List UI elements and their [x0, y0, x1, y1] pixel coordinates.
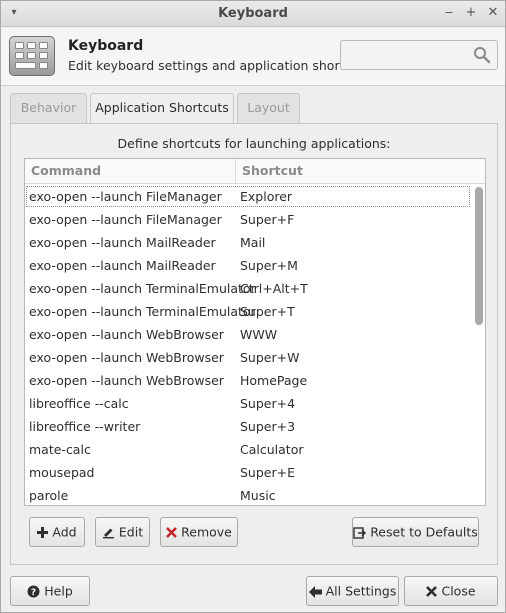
- row-command: exo-open --launch MailReader: [29, 235, 216, 250]
- help-button-label: Help: [44, 583, 73, 599]
- header-subtitle: Edit keyboard settings and application s…: [68, 58, 371, 73]
- search-icon: [474, 47, 491, 64]
- edit-button-label: Edit: [118, 524, 144, 540]
- row-command: exo-open --launch WebBrowser: [29, 350, 224, 365]
- row-shortcut: Music: [240, 488, 276, 503]
- help-icon: ?: [27, 585, 40, 598]
- help-button[interactable]: ? Help: [10, 576, 90, 606]
- row-shortcut: HomePage: [240, 373, 308, 388]
- row-command: exo-open --launch FileManager: [29, 189, 222, 204]
- window-title: Keyboard: [218, 6, 288, 21]
- edit-button[interactable]: Edit: [95, 517, 150, 547]
- remove-icon: [166, 527, 178, 538]
- reset-to-defaults-button[interactable]: Reset to Defaults: [352, 517, 479, 547]
- column-header-command[interactable]: Command: [25, 159, 236, 184]
- dialog-header: Keyboard Edit keyboard settings and appl…: [1, 28, 505, 86]
- shortcuts-panel: Define shortcuts for launching applicati…: [10, 123, 498, 565]
- row-command: exo-open --launch TerminalEmulator: [29, 304, 256, 319]
- plus-icon: [37, 527, 49, 538]
- close-button-label: Close: [441, 583, 476, 599]
- row-shortcut: Super+M: [240, 258, 298, 273]
- row-shortcut: WWW: [240, 327, 278, 342]
- row-command: mousepad: [29, 465, 95, 480]
- tab-application-shortcuts[interactable]: Application Shortcuts: [90, 93, 234, 124]
- table-row[interactable]: exo-open --launch FileManager Super+F: [25, 208, 471, 231]
- add-button[interactable]: Add: [29, 517, 85, 547]
- reset-icon: [353, 527, 367, 539]
- tab-behavior[interactable]: Behavior: [10, 93, 87, 123]
- pencil-icon: [102, 528, 114, 539]
- row-command: exo-open --launch FileManager: [29, 212, 222, 227]
- row-command: parole: [29, 488, 69, 503]
- reset-button-label: Reset to Defaults: [370, 524, 478, 540]
- row-command: libreoffice --writer: [29, 419, 141, 434]
- keyboard-window: ▾ Keyboard ‒ + ✕ Keyboard Edit keyboard …: [0, 0, 506, 613]
- row-command: exo-open --launch TerminalEmulator: [29, 281, 256, 296]
- table-row[interactable]: exo-open --launch TerminalEmulator Ctrl+A…: [25, 277, 471, 300]
- column-header-shortcut[interactable]: Shortcut: [236, 159, 485, 184]
- close-window-icon[interactable]: ✕: [485, 5, 501, 21]
- row-shortcut: Super+3: [240, 419, 296, 434]
- close-button[interactable]: Close: [404, 576, 498, 606]
- table-row[interactable]: exo-open --launch WebBrowser WWW: [25, 323, 471, 346]
- table-row[interactable]: parole Music: [25, 484, 471, 505]
- tab-bar: Behavior Application Shortcuts Layout: [10, 93, 498, 124]
- row-shortcut: Super+F: [240, 212, 295, 227]
- row-shortcut: Calculator: [240, 442, 304, 457]
- table-row[interactable]: exo-open --launch TerminalEmulator Super+…: [25, 300, 471, 323]
- all-settings-button-label: All Settings: [325, 583, 397, 599]
- table-row[interactable]: exo-open --launch MailReader Mail: [25, 231, 471, 254]
- table-row[interactable]: exo-open --launch MailReader Super+M: [25, 254, 471, 277]
- table-row[interactable]: exo-open --launch WebBrowser HomePage: [25, 369, 471, 392]
- remove-button-label: Remove: [181, 524, 232, 540]
- add-button-label: Add: [52, 524, 77, 540]
- shortcuts-table[interactable]: Command Shortcut exo-open --launch FileM…: [24, 158, 486, 506]
- table-row[interactable]: mousepad Super+E: [25, 461, 471, 484]
- row-command: exo-open --launch MailReader: [29, 258, 216, 273]
- row-shortcut: Mail: [240, 235, 266, 250]
- back-arrow-icon: [308, 585, 322, 598]
- row-shortcut: Super+W: [240, 350, 300, 365]
- header-title: Keyboard: [68, 38, 144, 54]
- row-command: libreoffice --calc: [29, 396, 129, 411]
- maximize-icon[interactable]: +: [463, 5, 479, 21]
- scrollbar-thumb[interactable]: [475, 187, 483, 325]
- table-row[interactable]: exo-open --launch WebBrowser Super+W: [25, 346, 471, 369]
- search-input[interactable]: [340, 40, 498, 70]
- table-row[interactable]: libreoffice --calc Super+4: [25, 392, 471, 415]
- row-shortcut: Super+T: [240, 304, 295, 319]
- table-row[interactable]: libreoffice --writer Super+3: [25, 415, 471, 438]
- panel-instructions: Define shortcuts for launching applicati…: [117, 136, 391, 151]
- row-shortcut: Ctrl+Alt+T: [240, 281, 308, 296]
- table-row[interactable]: exo-open --launch FileManager Explorer: [25, 185, 471, 208]
- shortcuts-rows: exo-open --launch FileManager Explorer exo…: [25, 185, 471, 505]
- row-command: exo-open --launch WebBrowser: [29, 327, 224, 342]
- all-settings-button[interactable]: All Settings: [306, 576, 399, 606]
- table-row[interactable]: mate-calc Calculator: [25, 438, 471, 461]
- minimize-icon[interactable]: ‒: [441, 5, 457, 21]
- row-shortcut: Explorer: [240, 189, 293, 204]
- close-icon: [426, 586, 438, 597]
- remove-button[interactable]: Remove: [160, 517, 238, 547]
- tab-layout[interactable]: Layout: [237, 93, 300, 123]
- row-shortcut: Super+4: [240, 396, 296, 411]
- row-shortcut: Super+E: [240, 465, 295, 480]
- svg-text:?: ?: [31, 588, 36, 598]
- row-command: mate-calc: [29, 442, 91, 457]
- row-command: exo-open --launch WebBrowser: [29, 373, 224, 388]
- title-bar[interactable]: ▾ Keyboard ‒ + ✕: [1, 1, 505, 27]
- keyboard-icon: [9, 36, 55, 76]
